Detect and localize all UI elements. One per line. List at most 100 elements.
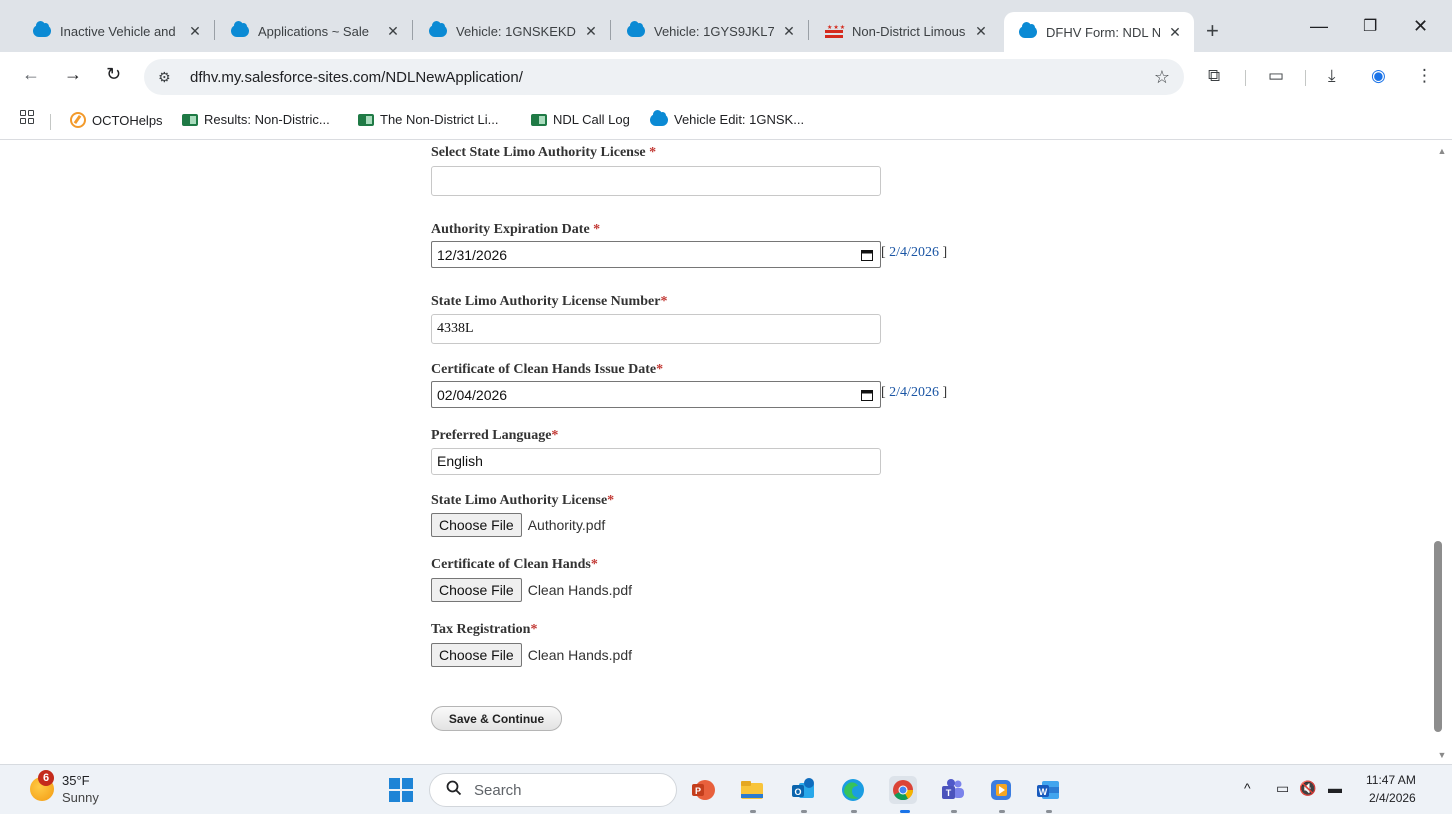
scrollbar-thumb[interactable] bbox=[1434, 541, 1442, 732]
authority-expiration-label: Authority Expiration Date * bbox=[431, 222, 601, 237]
weather-badge: 6 bbox=[38, 770, 54, 786]
tab-vehicle-2[interactable]: Vehicle: 1GYS9JKL7 ✕ bbox=[612, 12, 808, 50]
calendar-icon[interactable] bbox=[861, 388, 873, 404]
file-name: Clean Hands.pdf bbox=[527, 582, 632, 598]
weather-temperature[interactable]: 35°F bbox=[62, 773, 90, 788]
windows-start-icon[interactable] bbox=[389, 778, 413, 802]
reload-icon[interactable]: ↻ bbox=[106, 64, 121, 85]
minimize-icon[interactable]: — bbox=[1310, 16, 1328, 37]
menu-icon[interactable]: ⋮ bbox=[1416, 66, 1433, 86]
extensions-icon[interactable]: ⧉ bbox=[1208, 66, 1220, 86]
search-placeholder: Search bbox=[474, 781, 522, 799]
required-marker: * bbox=[660, 294, 668, 309]
display-icon[interactable]: ▭ bbox=[1276, 780, 1289, 797]
license-file-input[interactable]: Choose File Authority.pdf bbox=[431, 513, 605, 537]
bookmark-label: The Non-District Li... bbox=[380, 112, 499, 127]
edge-browser-icon[interactable] bbox=[840, 777, 866, 803]
close-icon[interactable]: ✕ bbox=[384, 23, 402, 40]
state-license-select[interactable] bbox=[431, 166, 881, 196]
tab-inactive-vehicle[interactable]: Inactive Vehicle and ✕ bbox=[18, 12, 214, 50]
bookmark-vehicle-edit[interactable]: Vehicle Edit: 1GNSK... bbox=[650, 109, 804, 127]
battery-icon[interactable]: ▬ bbox=[1328, 780, 1342, 796]
clock-date[interactable]: 2/4/2026 bbox=[1369, 791, 1416, 805]
salesforce-cloud-icon bbox=[1018, 22, 1038, 38]
tab-title: Applications ~ Sale bbox=[258, 23, 369, 39]
octo-icon bbox=[70, 112, 86, 128]
today-date-link[interactable]: 2/4/2026 bbox=[889, 245, 939, 260]
bookmark-label: OCTOHelps bbox=[92, 112, 163, 128]
file-name: Authority.pdf bbox=[527, 517, 606, 533]
browser-toolbar: ← → ↻ ⚙ dfhv.my.salesforce-sites.com/NDL… bbox=[0, 52, 1452, 102]
tab-dfhv-form[interactable]: DFHV Form: NDL N ✕ bbox=[1004, 12, 1194, 52]
sheet-icon bbox=[182, 113, 198, 126]
taskbar-search-box[interactable]: Search bbox=[429, 773, 677, 807]
file-explorer-icon[interactable] bbox=[739, 777, 765, 803]
bookmark-octohelps[interactable]: OCTOHelps bbox=[70, 112, 163, 128]
bookmark-call-log[interactable]: NDL Call Log bbox=[531, 112, 630, 127]
page-viewport: Select State Limo Authority License * Au… bbox=[0, 141, 1432, 763]
clean-hands-file-input[interactable]: Choose File Clean Hands.pdf bbox=[431, 578, 632, 602]
bookmark-non-district[interactable]: The Non-District Li... bbox=[358, 112, 498, 127]
authority-expiration-input[interactable]: 12/31/2026 bbox=[431, 241, 881, 268]
powerpoint-app-icon[interactable]: P bbox=[690, 777, 716, 803]
close-icon[interactable]: ✕ bbox=[582, 23, 600, 40]
chrome-app-icon[interactable] bbox=[889, 776, 917, 804]
svg-text:T: T bbox=[946, 788, 952, 798]
today-link-wrapper: [ 2/4/2026 ] bbox=[881, 385, 948, 400]
reading-list-icon[interactable]: ▭ bbox=[1268, 66, 1284, 86]
preferred-language-input[interactable]: English bbox=[431, 448, 881, 475]
tax-file-label: Tax Registration* bbox=[431, 622, 538, 637]
save-continue-button[interactable]: Save & Continue bbox=[431, 706, 562, 731]
apps-grid-icon[interactable] bbox=[20, 110, 34, 124]
close-icon[interactable]: ✕ bbox=[1166, 24, 1184, 41]
close-icon[interactable]: ✕ bbox=[780, 23, 798, 40]
tab-applications[interactable]: Applications ~ Sale ✕ bbox=[216, 12, 412, 50]
url-text[interactable]: dfhv.my.salesforce-sites.com/NDLNewAppli… bbox=[190, 69, 523, 86]
calendar-icon[interactable] bbox=[861, 248, 873, 264]
required-marker: * bbox=[530, 622, 538, 637]
tab-non-district[interactable]: ★★★ Non-District Limous ✕ bbox=[810, 12, 1000, 50]
stream-app-icon[interactable] bbox=[988, 777, 1014, 803]
salesforce-cloud-icon bbox=[32, 21, 52, 37]
today-date-link[interactable]: 2/4/2026 bbox=[889, 385, 939, 400]
sheet-icon bbox=[531, 113, 547, 126]
bookmarks-bar: OCTOHelps Results: Non-Distric... The No… bbox=[0, 102, 1452, 140]
forward-icon[interactable]: → bbox=[64, 64, 82, 85]
tab-title: Vehicle: 1GYS9JKL7 bbox=[654, 23, 774, 39]
word-app-icon[interactable]: W bbox=[1035, 777, 1061, 803]
new-tab-icon[interactable]: + bbox=[1206, 18, 1219, 44]
tab-title: DFHV Form: NDL N bbox=[1046, 24, 1160, 40]
teams-app-icon[interactable]: T bbox=[940, 777, 966, 803]
weather-description[interactable]: Sunny bbox=[62, 790, 99, 805]
bookmark-results[interactable]: Results: Non-Distric... bbox=[182, 112, 330, 127]
bookmark-star-icon[interactable]: ☆ bbox=[1154, 67, 1170, 88]
close-icon[interactable]: ✕ bbox=[186, 23, 204, 40]
required-marker: * bbox=[551, 428, 559, 443]
site-settings-icon[interactable]: ⚙ bbox=[158, 69, 180, 86]
state-license-select-label: Select State Limo Authority License * bbox=[431, 145, 657, 160]
scroll-down-arrow-icon[interactable]: ▼ bbox=[1432, 750, 1452, 760]
restore-icon[interactable]: ❐ bbox=[1363, 16, 1377, 36]
download-icon[interactable]: ⤓ bbox=[1328, 66, 1336, 86]
choose-file-button[interactable]: Choose File bbox=[431, 513, 522, 537]
license-number-input[interactable]: 4338L bbox=[431, 314, 881, 344]
address-bar[interactable]: ⚙ dfhv.my.salesforce-sites.com/NDLNewApp… bbox=[144, 59, 1184, 95]
scroll-up-arrow-icon[interactable]: ▲ bbox=[1432, 146, 1452, 156]
choose-file-button[interactable]: Choose File bbox=[431, 643, 522, 667]
back-icon[interactable]: ← bbox=[22, 64, 40, 85]
close-icon[interactable]: ✕ bbox=[972, 23, 990, 40]
tab-title: Vehicle: 1GNSKEKD bbox=[456, 23, 576, 39]
tray-chevron-icon[interactable]: ^ bbox=[1244, 780, 1251, 796]
tab-vehicle-1[interactable]: Vehicle: 1GNSKEKD ✕ bbox=[414, 12, 610, 50]
clock-time[interactable]: 11:47 AM bbox=[1366, 773, 1416, 787]
bookmark-label: NDL Call Log bbox=[553, 112, 630, 127]
volume-muted-icon[interactable]: 🔇 bbox=[1299, 780, 1316, 797]
tax-file-input[interactable]: Choose File Clean Hands.pdf bbox=[431, 643, 632, 667]
outlook-app-icon[interactable]: O bbox=[790, 777, 816, 803]
window-close-icon[interactable]: ✕ bbox=[1413, 16, 1428, 37]
profile-icon[interactable]: ◉ bbox=[1371, 66, 1386, 86]
required-marker: * bbox=[593, 222, 601, 237]
choose-file-button[interactable]: Choose File bbox=[431, 578, 522, 602]
clean-hands-date-input[interactable]: 02/04/2026 bbox=[431, 381, 881, 408]
salesforce-cloud-icon bbox=[626, 21, 646, 37]
